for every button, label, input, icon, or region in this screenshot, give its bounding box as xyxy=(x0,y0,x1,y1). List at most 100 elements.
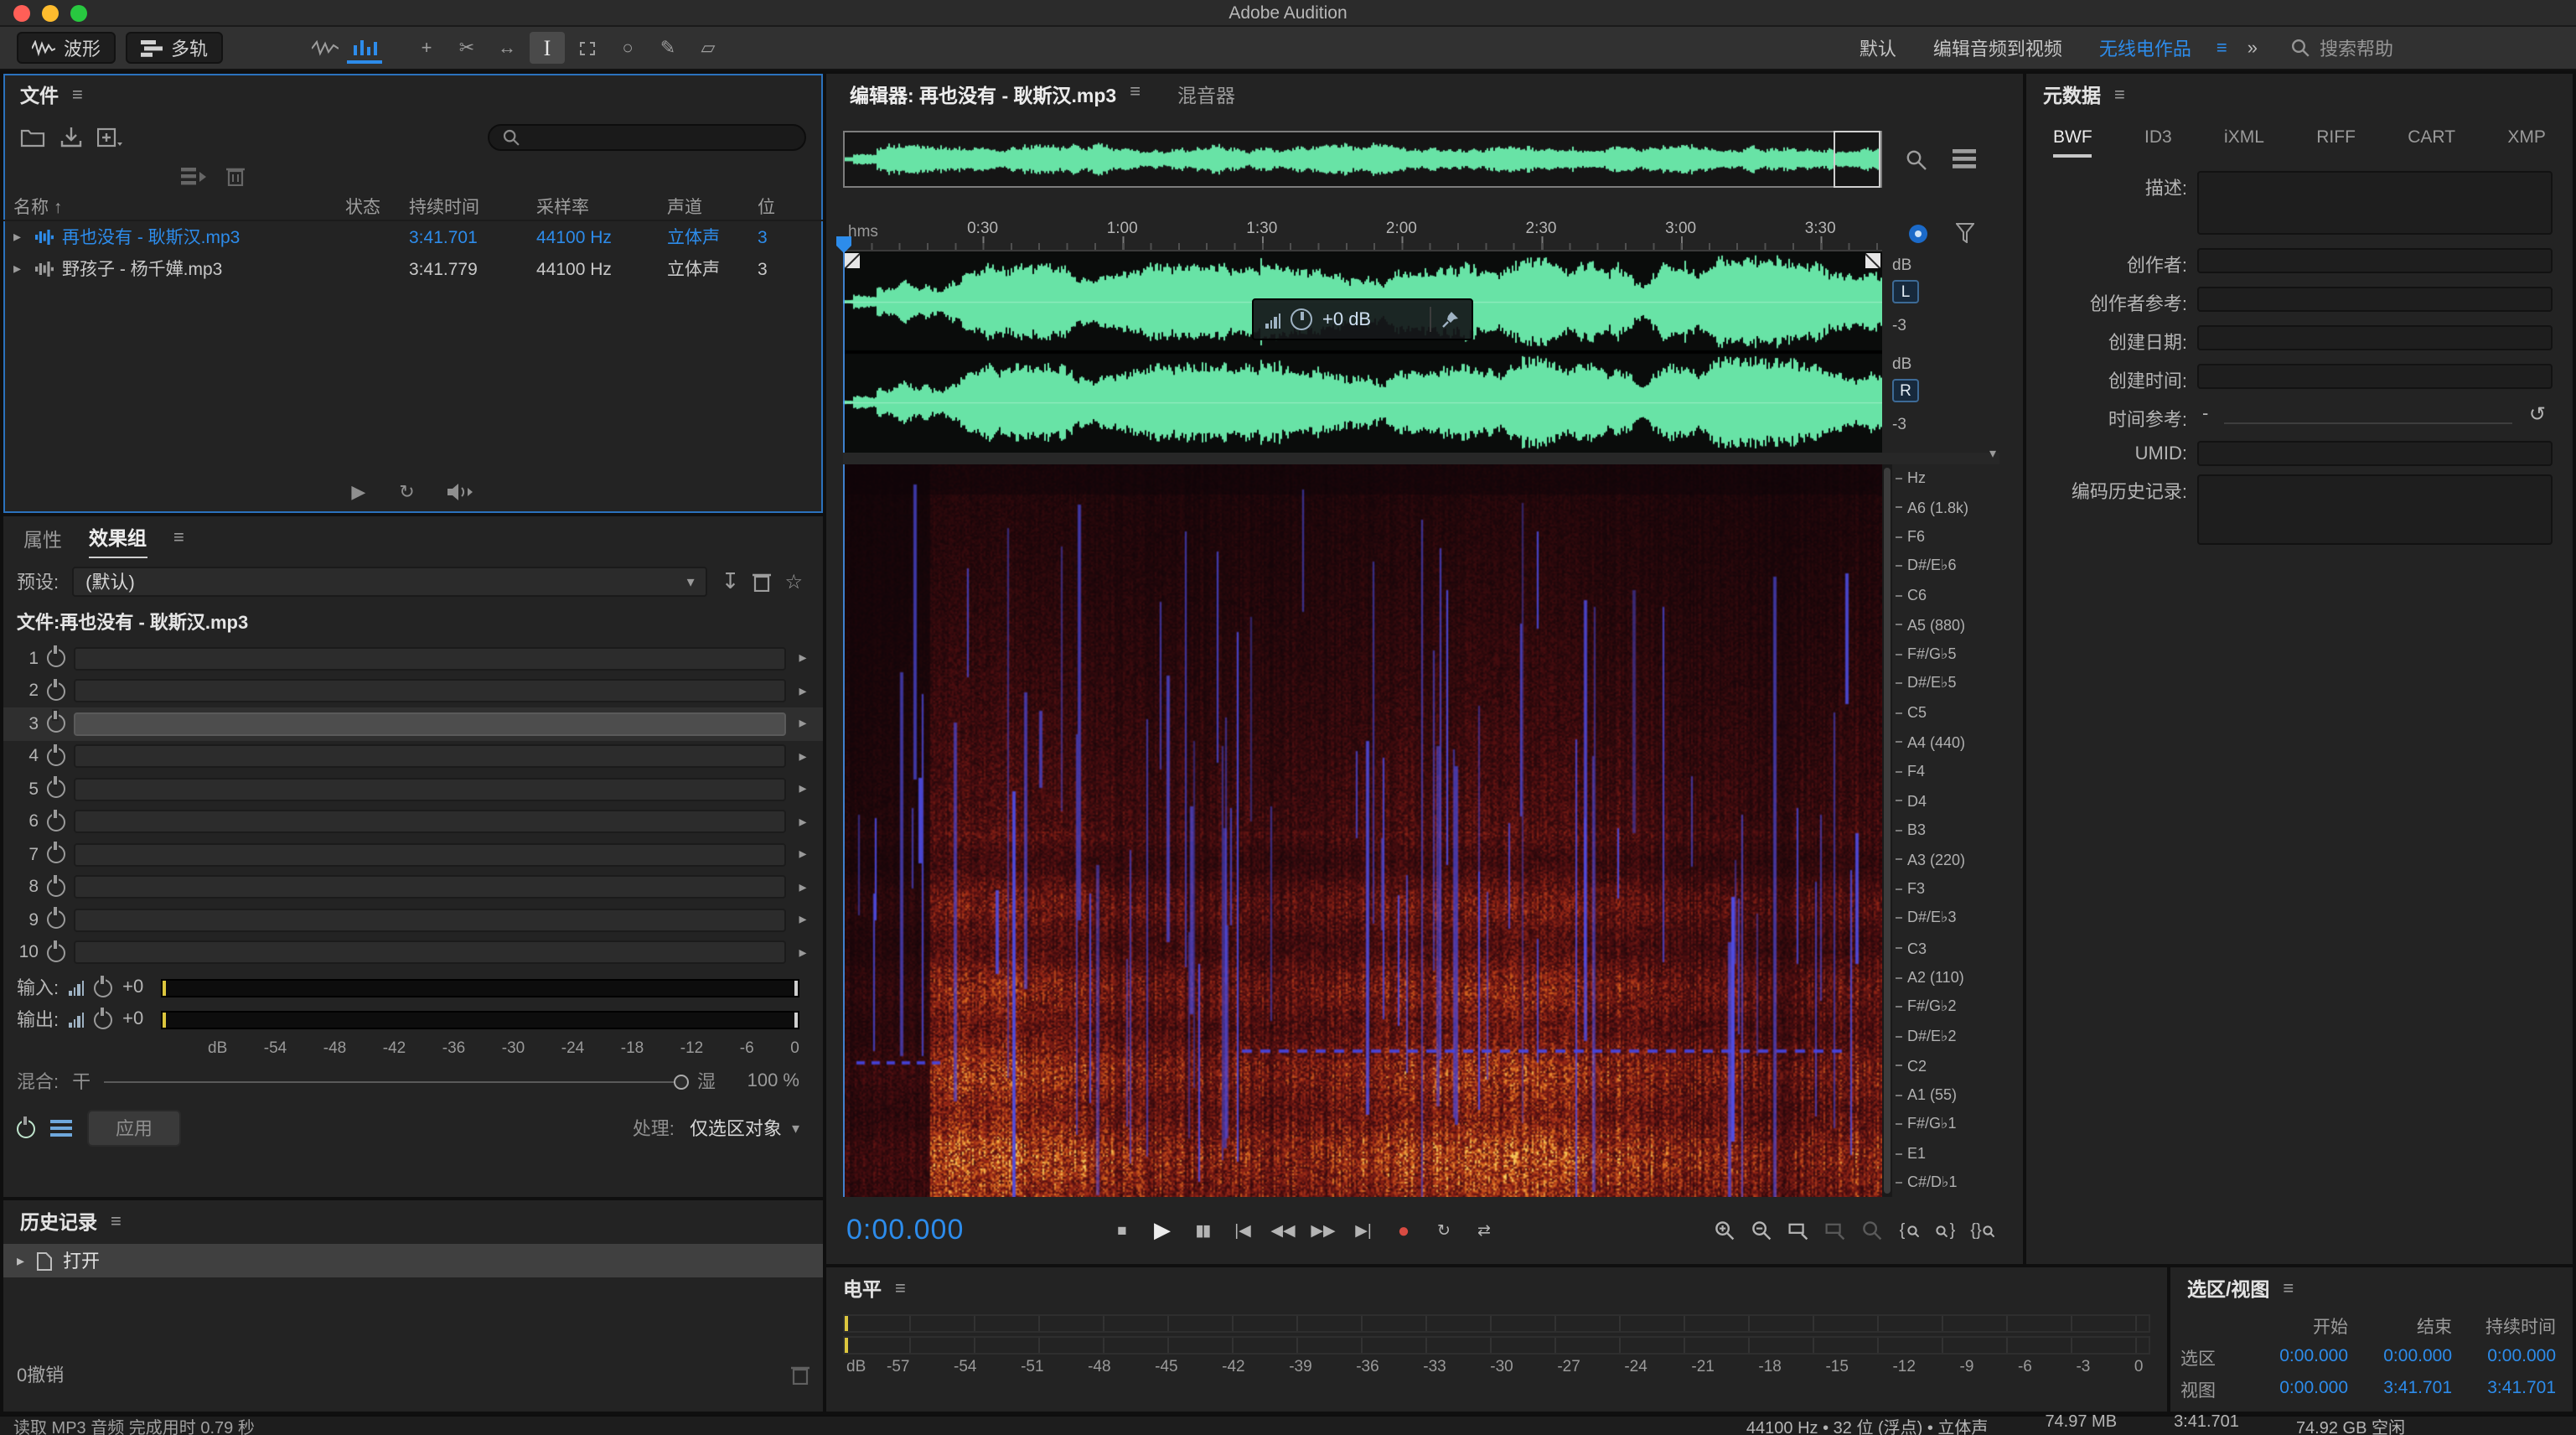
playhead-line[interactable] xyxy=(843,251,845,453)
metadata-tab-bwf[interactable]: BWF xyxy=(2053,127,2092,158)
expand-caret-icon[interactable]: ▸ xyxy=(13,260,27,278)
save-preset-icon[interactable]: ↧ xyxy=(722,568,740,595)
move-tool-icon[interactable]: + xyxy=(409,32,444,64)
files-search-input[interactable] xyxy=(488,124,806,151)
create-time-field[interactable] xyxy=(2197,364,2553,389)
go-to-end-button[interactable]: ▶| xyxy=(1346,1214,1381,1247)
slot-power-icon[interactable] xyxy=(47,776,65,799)
selection-start[interactable]: 0:00.000 xyxy=(2244,1346,2348,1371)
effect-slot-2[interactable]: 2 ▸ xyxy=(3,675,823,707)
tab-editor[interactable]: 编辑器: 再也没有 - 耿斯汉.mp3 ≡ xyxy=(850,82,1141,109)
waveform-display[interactable]: +0 dB xyxy=(843,251,1882,453)
slot-power-icon[interactable] xyxy=(47,842,65,864)
import-file-icon[interactable] xyxy=(60,127,82,148)
zoom-window-icon[interactable] xyxy=(70,5,87,22)
record-button[interactable]: ● xyxy=(1386,1214,1421,1247)
slot-area[interactable] xyxy=(74,875,786,899)
effect-slot-6[interactable]: 6 ▸ xyxy=(3,806,823,838)
slot-area[interactable] xyxy=(74,646,786,671)
zoom-selection-button[interactable]: {} xyxy=(1966,1214,1999,1247)
slot-power-icon[interactable] xyxy=(47,874,65,897)
effect-slot-3[interactable]: 3 ▸ xyxy=(3,707,823,740)
rack-routing-icon[interactable] xyxy=(50,1120,72,1137)
pause-button[interactable]: ▮▮ xyxy=(1185,1214,1220,1247)
output-power-icon[interactable] xyxy=(94,1007,113,1028)
slot-power-icon[interactable] xyxy=(47,907,65,930)
slot-area[interactable] xyxy=(74,842,786,867)
effect-slot-8[interactable]: 8 ▸ xyxy=(3,871,823,904)
slot-area[interactable] xyxy=(74,712,786,736)
zoom-in-time-button[interactable] xyxy=(1782,1214,1815,1247)
favorite-star-icon[interactable]: ☆ xyxy=(784,570,803,593)
panel-menu-icon[interactable]: ≡ xyxy=(72,85,83,106)
zoom-selection-out-point-button[interactable]: } xyxy=(1929,1214,1963,1247)
time-display[interactable]: 0:00.000 xyxy=(846,1214,1061,1247)
creator-field[interactable] xyxy=(2197,248,2553,273)
panel-menu-icon[interactable]: ≡ xyxy=(1130,82,1141,109)
slot-area[interactable] xyxy=(74,744,786,769)
slot-power-icon[interactable] xyxy=(47,743,65,766)
play-button[interactable]: ▶ xyxy=(1145,1214,1180,1247)
auto-play-speaker-icon[interactable] xyxy=(447,483,475,501)
help-search-input[interactable]: 搜索帮助 xyxy=(2291,34,2559,61)
zoom-out-button[interactable] xyxy=(1745,1214,1778,1247)
multitrack-mode-button[interactable]: 多轨 xyxy=(126,32,223,64)
wave-spectral-splitter[interactable]: ▾ xyxy=(843,446,1999,464)
create-date-field[interactable] xyxy=(2197,325,2553,350)
workspace-default[interactable]: 默认 xyxy=(1844,34,1911,61)
marquee-tool-icon[interactable] xyxy=(570,32,605,64)
workspace-overflow-icon[interactable]: » xyxy=(2237,38,2268,58)
overview-waveform-canvas[interactable] xyxy=(843,131,1882,188)
workspace-menu-icon[interactable]: ≡ xyxy=(2213,38,2231,58)
metadata-tab-id3[interactable]: ID3 xyxy=(2144,127,2172,158)
pin-hud-icon[interactable] xyxy=(1441,310,1460,329)
ruler-unit-label[interactable]: hms xyxy=(848,223,878,241)
zoom-out-time-button[interactable] xyxy=(1818,1214,1852,1247)
slot-power-icon[interactable] xyxy=(47,940,65,962)
view-duration[interactable]: 3:41.701 xyxy=(2452,1378,2556,1403)
right-channel-button[interactable]: R xyxy=(1892,379,1919,402)
panel-menu-icon[interactable]: ≡ xyxy=(895,1279,906,1299)
waveform-mode-button[interactable]: 波形 xyxy=(17,32,116,64)
timeline-ruler[interactable]: 0:30 1:00 1:30 2:00 2:30 3:00 3:30 xyxy=(836,215,1882,253)
zoom-to-selection-button[interactable] xyxy=(1855,1214,1889,1247)
preset-dropdown[interactable]: (默认) ▾ xyxy=(72,567,708,597)
zoom-selection-in-point-button[interactable]: { xyxy=(1892,1214,1926,1247)
brush-tool-icon[interactable]: ✎ xyxy=(650,32,685,64)
selection-end[interactable]: 0:00.000 xyxy=(2348,1346,2452,1371)
slot-area[interactable] xyxy=(74,777,786,801)
delete-file-icon[interactable] xyxy=(226,166,245,186)
slip-tool-icon[interactable]: ↔ xyxy=(489,32,525,64)
creator-ref-field[interactable] xyxy=(2197,287,2553,312)
spectral-display[interactable] xyxy=(843,464,1882,1197)
slot-arrow-icon[interactable]: ▸ xyxy=(794,878,811,897)
panel-menu-icon[interactable]: ≡ xyxy=(2114,85,2125,106)
go-to-start-button[interactable]: |◀ xyxy=(1225,1214,1260,1247)
loop-preview-icon[interactable]: ↻ xyxy=(399,481,414,503)
zoom-display-icon[interactable] xyxy=(1906,148,1928,170)
clear-history-icon[interactable] xyxy=(791,1361,810,1388)
view-start[interactable]: 0:00.000 xyxy=(2244,1378,2348,1403)
slot-arrow-icon[interactable]: ▸ xyxy=(794,780,811,799)
apply-button[interactable]: 应用 xyxy=(87,1110,181,1147)
minimize-window-icon[interactable] xyxy=(42,5,59,22)
mix-slider[interactable] xyxy=(104,1074,689,1089)
coding-history-field[interactable] xyxy=(2197,474,2553,545)
effect-slot-7[interactable]: 7 ▸ xyxy=(3,838,823,871)
workspace-edit-audio-to-video[interactable]: 编辑音频到视频 xyxy=(1918,34,2077,61)
effect-slot-1[interactable]: 1 ▸ xyxy=(3,642,823,675)
tab-mixer[interactable]: 混音器 xyxy=(1177,82,1235,109)
playhead-line[interactable] xyxy=(843,464,845,1197)
panel-menu-icon[interactable]: ≡ xyxy=(111,1212,122,1232)
volume-hud[interactable]: +0 dB xyxy=(1252,298,1473,340)
close-window-icon[interactable] xyxy=(13,5,30,22)
tab-effects-rack[interactable]: 效果组 xyxy=(89,518,147,558)
slot-arrow-icon[interactable]: ▸ xyxy=(794,813,811,831)
razor-tool-icon[interactable]: ✂ xyxy=(449,32,484,64)
effect-slot-4[interactable]: 4 ▸ xyxy=(3,740,823,773)
metadata-tab-xmp[interactable]: XMP xyxy=(2507,127,2546,158)
tab-properties[interactable]: 属性 xyxy=(23,519,62,557)
waveform-display-icon[interactable] xyxy=(307,32,342,64)
slot-area[interactable] xyxy=(74,810,786,834)
splitter-chevron-icon[interactable]: ▾ xyxy=(1989,446,1996,461)
